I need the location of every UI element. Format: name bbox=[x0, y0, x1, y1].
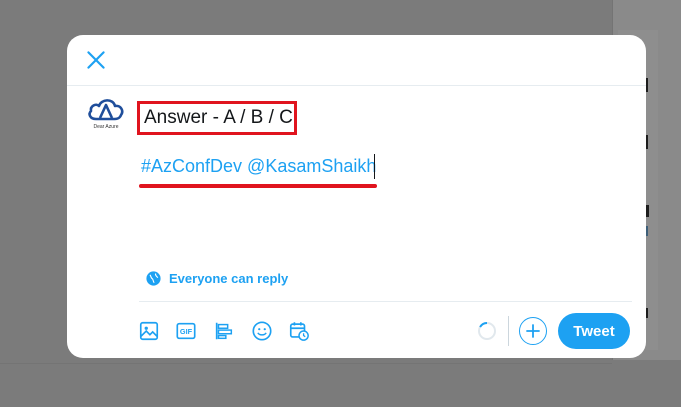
compose-tweet-modal: Dear Azure Answer - A / B / C #AzConfDev… bbox=[67, 35, 646, 358]
tweet-button[interactable]: Tweet bbox=[558, 313, 630, 349]
avatar[interactable]: Dear Azure bbox=[84, 95, 128, 139]
background-divider bbox=[0, 363, 612, 364]
answer-highlight-box[interactable]: Answer - A / B / C bbox=[137, 101, 297, 135]
toolbar-separator bbox=[508, 316, 509, 346]
plus-icon bbox=[526, 324, 540, 338]
red-underline bbox=[139, 184, 377, 188]
globe-icon bbox=[146, 271, 161, 286]
avatar-label: Dear Azure bbox=[93, 124, 119, 130]
svg-text:GIF: GIF bbox=[180, 327, 193, 336]
cloud-logo-icon bbox=[88, 99, 124, 121]
poll-button[interactable] bbox=[213, 320, 235, 342]
close-button[interactable] bbox=[83, 47, 109, 73]
modal-header bbox=[67, 35, 646, 86]
poll-icon bbox=[215, 322, 233, 340]
image-icon bbox=[139, 321, 159, 341]
gif-icon: GIF bbox=[176, 322, 196, 340]
toolbar-divider bbox=[139, 301, 632, 302]
add-tweet-button[interactable] bbox=[519, 317, 547, 345]
tweet-text-line-1: Answer - A / B / C bbox=[144, 107, 293, 128]
reply-setting-label: Everyone can reply bbox=[169, 271, 289, 286]
tweet-hashtags[interactable]: #AzConfDev @KasamShaikh bbox=[141, 156, 376, 177]
close-icon bbox=[87, 51, 105, 69]
reply-setting-button[interactable]: Everyone can reply bbox=[145, 270, 288, 287]
text-cursor bbox=[374, 154, 375, 179]
emoji-icon bbox=[252, 321, 272, 341]
emoji-button[interactable] bbox=[251, 320, 273, 342]
schedule-icon bbox=[289, 322, 309, 341]
schedule-button[interactable] bbox=[288, 320, 310, 342]
gif-button[interactable]: GIF bbox=[175, 320, 197, 342]
character-count-ring bbox=[478, 322, 496, 340]
media-button[interactable] bbox=[138, 320, 160, 342]
